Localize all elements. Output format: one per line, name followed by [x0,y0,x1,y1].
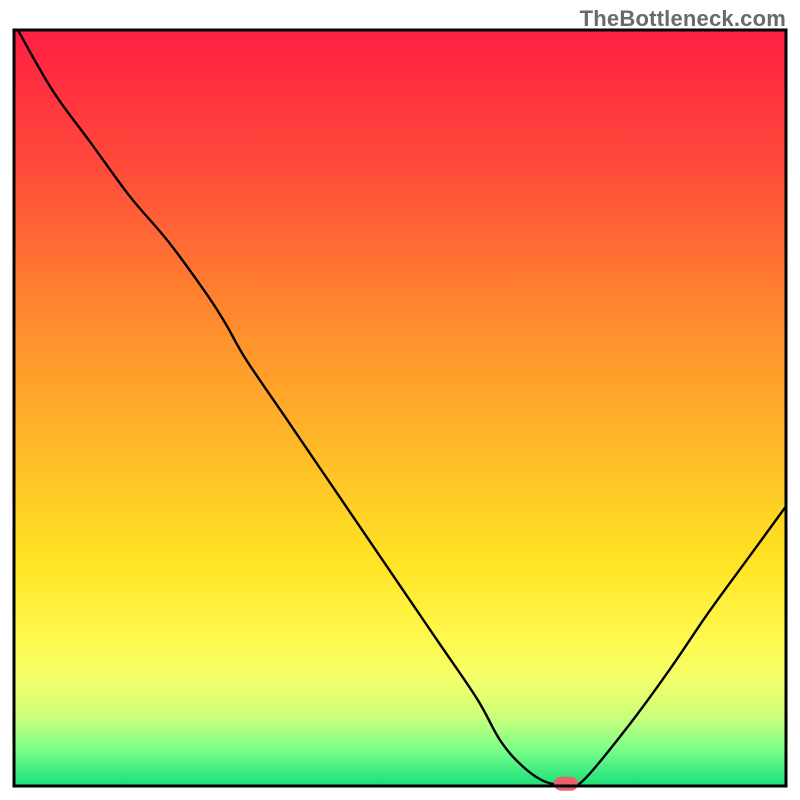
chart-gradient-background [14,30,786,786]
min-marker [554,777,578,791]
chart-container: TheBottleneck.com [0,0,800,800]
chart-svg [0,0,800,800]
